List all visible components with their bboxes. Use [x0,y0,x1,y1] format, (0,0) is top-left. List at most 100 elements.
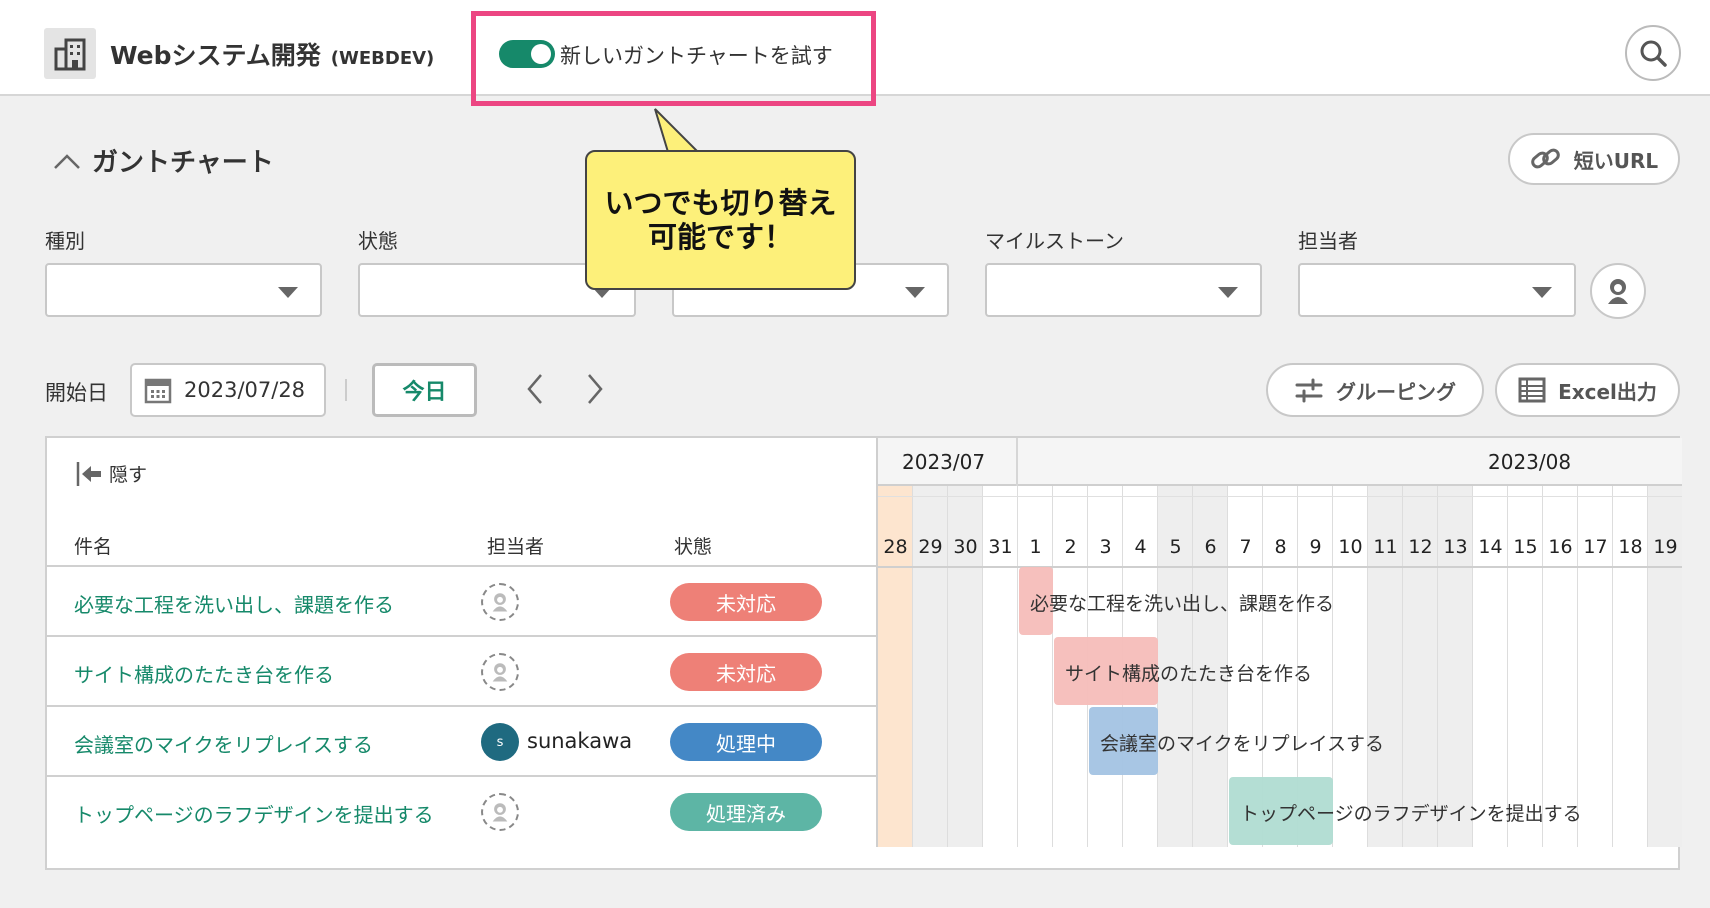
column-header-status[interactable]: 状態 [674,532,712,559]
day-label: 6 [1204,536,1217,558]
search-button[interactable] [1625,25,1681,81]
task-title-link[interactable]: トップページのラフデザインを提出する [74,799,434,828]
excel-label: Excel出力 [1558,379,1657,404]
table-row[interactable]: サイト構成のたたき台を作る 未対応 [47,635,876,705]
status-badge[interactable]: 処理済み [670,793,822,831]
unassigned-user-icon [492,663,508,682]
avatar-placeholder [481,653,519,691]
user-icon [1608,279,1628,304]
calendar-icon [144,378,172,404]
avatar-placeholder [481,793,519,831]
task-title-link[interactable]: 必要な工程を洗い出し、課題を作る [74,589,394,618]
day-label: 9 [1309,536,1322,558]
start-date-input[interactable]: 2023/07/28 [130,363,326,417]
header-subline [878,496,1682,497]
callout-tooltip: いつでも切り替え 可能です！ [585,150,856,290]
gantt-bar-label[interactable]: トップページのラフデザインを提出する [1240,799,1582,826]
project-key: (WEBDEV) [330,48,435,69]
hide-panel-button[interactable]: 隠す [75,460,147,487]
month-label: 2023/07 [902,450,986,474]
tooltip-line-1: いつでも切り替え [604,186,837,220]
day-label: 11 [1373,536,1398,558]
short-url-button[interactable]: 短いURL [1508,133,1680,185]
my-tasks-button[interactable] [1590,263,1646,319]
day-label: 2 [1064,536,1077,558]
gantt-table: 隠す 件名 担当者 状態 必要な工程を洗い出し、課題を作る 未対応 サイト構成のたた… [45,436,1682,870]
table-row[interactable]: 会議室のマイクをリプレイスする s sunakawa 処理中 [47,705,876,775]
today-button[interactable]: 今日 [372,363,477,417]
day-label: 15 [1513,536,1538,558]
day-label: 28 [883,536,908,558]
month-label: 2023/08 [1488,450,1572,474]
section-header[interactable]: ガントチャート [52,142,274,179]
task-title-link[interactable]: サイト構成のたたき台を作る [74,659,334,688]
day-label: 10 [1338,536,1363,558]
task-title-link[interactable]: 会議室のマイクをリプレイスする [74,729,373,758]
day-label: 3 [1099,536,1112,558]
collapse-left-icon [76,461,101,486]
start-date-label: 開始日 [45,381,108,405]
day-label: 4 [1134,536,1147,558]
highlight-frame [471,11,876,106]
day-label: 17 [1583,536,1608,558]
day-label: 16 [1548,536,1573,558]
day-label: 13 [1443,536,1468,558]
filter-label-type: 種別 [45,229,85,253]
gantt-bar-label[interactable]: 必要な工程を洗い出し、課題を作る [1030,589,1334,616]
link-icon [1530,148,1560,169]
column-header-title[interactable]: 件名 [74,532,112,559]
gantt-bar-label[interactable]: サイト構成のたたき台を作る [1065,659,1312,686]
month-divider [1016,438,1018,486]
short-url-label: 短いURL [1573,148,1659,173]
assignee-select[interactable] [1298,263,1576,317]
search-icon [1640,40,1667,67]
project-name: Webシステム開発 [110,41,321,70]
status-badge[interactable]: 処理中 [670,723,822,761]
avatar: s [481,723,519,761]
excel-export-button[interactable]: Excel出力 [1495,363,1680,417]
avatar-initial: s [496,734,504,750]
grouping-button[interactable]: グルーピング [1266,363,1484,417]
day-label: 18 [1618,536,1643,558]
prev-button[interactable] [520,372,550,414]
chevron-up-icon [54,153,80,169]
type-select[interactable] [45,263,322,317]
day-label: 1 [1029,536,1042,558]
day-label: 30 [953,536,978,558]
divider [345,379,347,401]
month-header: 2023/07 2023/08 [878,438,1682,486]
start-date-value: 2023/07/28 [184,378,306,402]
project-title[interactable]: Webシステム開発 (WEBDEV) [110,36,434,72]
unassigned-user-icon [492,803,508,822]
gantt-chart: 2023/07 2023/08 28 29 30 31 1 2 3 4 5 6 7 8 9 10 11 12 1… [876,438,1682,847]
status-badge[interactable]: 未対応 [670,583,822,621]
gantt-bar-label[interactable]: 会議室のマイクをリプレイスする [1100,729,1384,756]
chevron-right-icon [588,374,603,404]
status-badge[interactable]: 未対応 [670,653,822,691]
chevron-left-icon [527,374,542,404]
day-label: 29 [918,536,943,558]
building-icon [44,28,96,79]
table-row[interactable]: 必要な工程を洗い出し、課題を作る 未対応 [47,565,876,635]
next-button[interactable] [580,372,610,414]
unassigned-user-icon [492,593,508,612]
column-header-assignee[interactable]: 担当者 [487,532,544,559]
day-label: 7 [1239,536,1252,558]
grouping-label: グルーピング [1336,379,1456,404]
sliders-icon [1295,378,1323,403]
spreadsheet-icon [1518,377,1546,403]
day-label: 19 [1653,536,1678,558]
day-label: 12 [1408,536,1433,558]
day-label: 8 [1274,536,1287,558]
tooltip-tail [654,108,701,154]
day-label: 5 [1169,536,1182,558]
avatar-placeholder [481,583,519,621]
section-title: ガントチャート [92,148,274,178]
day-label: 14 [1478,536,1503,558]
filter-label-status: 状態 [358,229,398,253]
header-divider [878,566,1682,568]
milestone-select[interactable] [985,263,1262,317]
assignee-name[interactable]: sunakawa [527,729,632,753]
filter-label-assignee: 担当者 [1298,229,1358,253]
table-row[interactable]: トップページのラフデザインを提出する 処理済み [47,775,876,845]
